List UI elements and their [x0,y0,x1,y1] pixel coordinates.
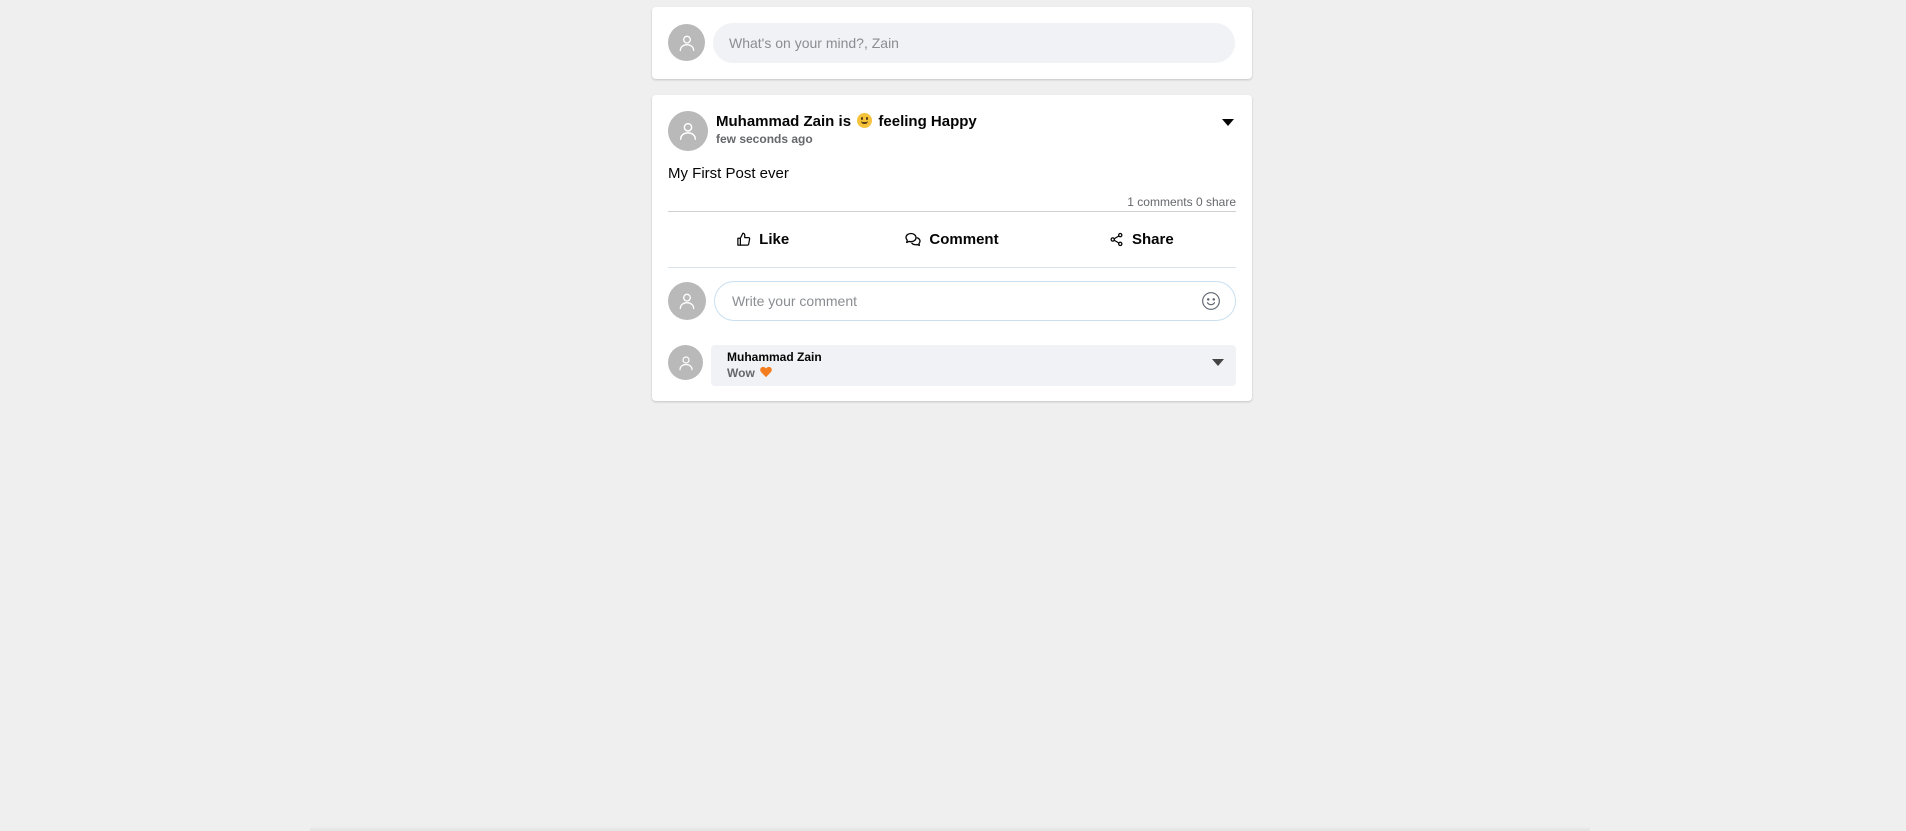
user-icon [679,122,697,140]
comment-input[interactable] [716,283,1186,319]
feeling-text: feeling Happy [878,113,977,130]
share-icon [1110,232,1123,246]
composer-input[interactable] [713,23,1235,63]
thumbs-up-icon [737,232,751,246]
like-button[interactable]: Like [668,213,857,265]
post-actions: Like Comment Share [668,213,1236,265]
grinning-face-icon [857,113,873,128]
post-composer [652,7,1252,79]
post-stats[interactable]: 1 comments 0 share [1127,195,1236,209]
post-header: Muhammad Zain is feeling Happy few secon… [716,112,977,146]
comment-box [714,281,1236,321]
post-options-button[interactable] [1222,119,1236,129]
chat-bubbles-icon [905,232,922,246]
author-name[interactable]: Muhammad Zain [716,113,834,130]
divider [668,267,1236,268]
comment-button[interactable]: Comment [857,213,1046,265]
author-line: Muhammad Zain is feeling Happy [716,112,977,131]
post-timestamp[interactable]: few seconds ago [716,132,977,146]
comment-text-content: Wow [727,366,755,380]
comment-label: Comment [929,230,999,248]
share-button[interactable]: Share [1047,213,1236,265]
commenter-avatar[interactable] [668,345,703,380]
user-icon [679,293,695,310]
divider [668,211,1236,212]
post-card: Muhammad Zain is feeling Happy few secon… [652,95,1252,401]
user-icon [678,355,693,370]
smiley-icon[interactable] [1201,291,1221,311]
bottom-shadow [310,826,1590,831]
comment-options-button[interactable] [1212,359,1226,369]
author-avatar[interactable] [668,111,708,151]
feeling-prefix: is [838,113,852,130]
post-body: My First Post ever [668,165,789,182]
orange-heart-icon [760,367,772,378]
composer-avatar[interactable] [668,24,705,61]
share-label: Share [1131,230,1174,248]
caret-down-icon [1222,119,1234,126]
comment-composer-avatar[interactable] [668,282,706,320]
feed-page: Muhammad Zain is feeling Happy few secon… [0,0,1906,831]
comment-text: Wow [727,365,1220,381]
like-label: Like [759,230,790,248]
comment-item: Muhammad Zain Wow [711,345,1236,386]
user-icon [679,35,694,51]
caret-down-icon [1212,359,1224,366]
commenter-name[interactable]: Muhammad Zain [727,349,1220,365]
